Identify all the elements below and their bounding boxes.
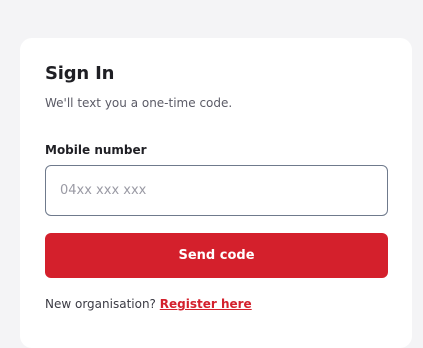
signin-card: Sign In We'll text you a one-time code. … bbox=[20, 38, 412, 348]
page-title: Sign In bbox=[45, 63, 115, 84]
register-prompt-text: New organisation? bbox=[45, 297, 156, 311]
mobile-number-input[interactable] bbox=[45, 165, 388, 216]
signin-subtitle: We'll text you a one-time code. bbox=[45, 96, 233, 110]
register-link[interactable]: Register here bbox=[160, 297, 252, 311]
mobile-number-label: Mobile number bbox=[45, 143, 147, 157]
send-code-button[interactable]: Send code bbox=[45, 233, 388, 278]
register-prompt: New organisation? Register here bbox=[45, 297, 252, 311]
